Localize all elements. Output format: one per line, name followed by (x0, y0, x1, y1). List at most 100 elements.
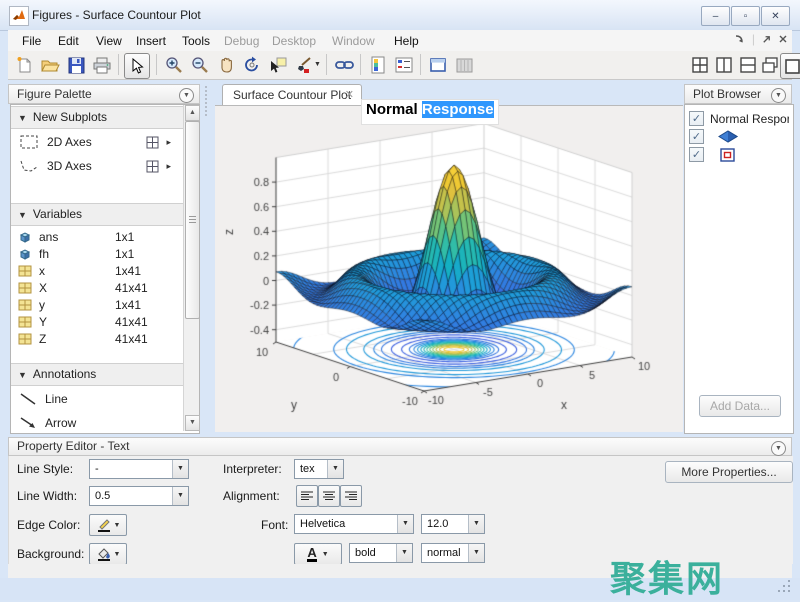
align-center-button[interactable] (318, 485, 340, 507)
plot-title-editbox[interactable]: Normal Response (362, 100, 498, 124)
brush-dropdown-arrow[interactable]: ▼ (314, 61, 321, 68)
menu-tools[interactable]: Tools (178, 33, 214, 49)
print-icon[interactable] (90, 53, 114, 77)
plot-browser-item-contour[interactable]: ✓ (689, 146, 789, 163)
variable-row-Z[interactable]: Z 41x41 (11, 329, 183, 349)
checkbox-checked-icon[interactable]: ✓ (689, 111, 704, 126)
title-bar[interactable]: Figures - Surface Countour Plot – ▫ ✕ (0, 0, 800, 31)
scroll-down-icon[interactable]: ▼ (185, 415, 200, 431)
combo-arrow-icon[interactable]: ▼ (468, 515, 484, 533)
new-file-icon[interactable] (12, 53, 36, 77)
combo-arrow-icon[interactable]: ▼ (327, 460, 343, 478)
font-family-combo[interactable]: Helvetica▼ (294, 514, 414, 534)
more-properties-button[interactable]: More Properties... (665, 461, 793, 483)
line-style-combo[interactable]: -▼ (89, 459, 189, 479)
menu-view[interactable]: View (92, 33, 126, 49)
annotation-item-line[interactable]: Line (11, 389, 183, 409)
checkbox-checked-icon[interactable]: ✓ (689, 147, 704, 162)
scrollbar-thumb[interactable] (185, 121, 200, 319)
font-size-combo[interactable]: 12.0▼ (421, 514, 485, 534)
combo-arrow-icon[interactable]: ▼ (172, 460, 188, 478)
rotate-3d-tool-icon[interactable] (240, 53, 264, 77)
section-annotations[interactable]: ▼Annotations (11, 363, 183, 386)
property-editor-collapse-icon[interactable]: ▼ (771, 441, 786, 456)
align-center-icon (323, 491, 335, 501)
open-file-icon[interactable] (38, 53, 62, 77)
tile-vertical-icon[interactable] (712, 53, 736, 77)
zoom-in-tool-icon[interactable] (162, 53, 186, 77)
tile-grid-icon[interactable] (688, 53, 712, 77)
section-new-subplots[interactable]: ▼New Subplots (11, 106, 183, 129)
cascade-windows-icon[interactable] (758, 53, 782, 77)
data-cursor-tool-icon[interactable] (266, 53, 290, 77)
minimize-button[interactable]: – (701, 6, 730, 26)
subplot-grid-icon[interactable] (146, 160, 159, 173)
plot-canvas[interactable] (215, 106, 681, 432)
combo-arrow-icon[interactable]: ▼ (396, 544, 412, 562)
font-color-button[interactable]: A ▼ (294, 543, 342, 565)
menu-help[interactable]: Help (390, 33, 423, 49)
hide-plot-tools-icon[interactable] (452, 53, 476, 77)
menu-file[interactable]: File (18, 33, 45, 49)
align-left-button[interactable] (296, 485, 318, 507)
menu-edit[interactable]: Edit (54, 33, 83, 49)
annotation-item-arrow[interactable]: Arrow (11, 413, 183, 433)
resize-grip[interactable] (776, 580, 790, 594)
figure-palette-body: ▼New Subplots 2D Axes ▸ 3D Axes ▸ ▼Varia… (10, 104, 200, 434)
combo-arrow-icon[interactable]: ▼ (114, 522, 121, 529)
align-right-button[interactable] (340, 485, 362, 507)
show-plot-tools-icon[interactable] (426, 53, 450, 77)
line-style-label: Line Style: (17, 462, 73, 476)
add-data-button: Add Data... (699, 395, 781, 417)
background-color-button[interactable]: ▼ (89, 543, 127, 565)
brush-tool-icon[interactable] (292, 53, 316, 77)
flyout-arrow-icon[interactable]: ▸ (166, 161, 171, 172)
section-variables[interactable]: ▼Variables (11, 203, 183, 226)
property-editor-header[interactable]: Property Editor - Text ▼ (8, 437, 792, 456)
subplot-grid-icon[interactable] (146, 136, 159, 149)
palette-item-3d-axes[interactable]: 3D Axes ▸ (11, 156, 183, 176)
flyout-arrow-icon[interactable]: ▸ (166, 137, 171, 148)
combo-arrow-icon[interactable]: ▼ (114, 551, 121, 558)
font-angle-combo[interactable]: normal▼ (421, 543, 485, 563)
checkbox-checked-icon[interactable]: ✓ (689, 129, 704, 144)
menu-bar: File Edit View Insert Tools Debug Deskto… (8, 30, 792, 52)
palette-item-2d-axes[interactable]: 2D Axes ▸ (11, 132, 183, 152)
close-button[interactable]: ✕ (761, 6, 790, 26)
combo-arrow-icon[interactable]: ▼ (172, 487, 188, 505)
edge-color-button[interactable]: ▼ (89, 514, 127, 536)
font-weight-combo[interactable]: bold▼ (349, 543, 413, 563)
restore-button[interactable]: ▫ (731, 6, 760, 26)
pan-tool-icon[interactable] (214, 53, 238, 77)
combo-arrow-icon[interactable]: ▼ (397, 515, 413, 533)
plot-browser-header[interactable]: Plot Browser ▼ (684, 84, 792, 104)
link-plot-tool-icon[interactable] (332, 53, 356, 77)
line-width-combo[interactable]: 0.5▼ (89, 486, 189, 506)
combo-arrow-icon[interactable]: ▼ (322, 551, 329, 558)
scroll-up-icon[interactable]: ▲ (185, 105, 200, 121)
close-panel-icon[interactable] (778, 34, 788, 44)
figure-tab[interactable]: Surface Countour Plot ✕ (222, 84, 362, 105)
figure-palette-header[interactable]: Figure Palette ▼ (8, 84, 200, 104)
palette-scrollbar[interactable]: ▲ ▼ (183, 105, 199, 431)
edge-color-pen-icon (96, 518, 112, 533)
undock-icon[interactable] (761, 34, 772, 45)
toolbar: ▼ (8, 51, 792, 80)
menu-insert[interactable]: Insert (132, 33, 170, 49)
zoom-out-tool-icon[interactable] (188, 53, 212, 77)
save-icon[interactable] (64, 53, 88, 77)
insert-colorbar-icon[interactable] (366, 53, 390, 77)
insert-legend-icon[interactable] (392, 53, 416, 77)
pointer-tool-icon[interactable] (124, 53, 150, 79)
plot-browser-item-axes[interactable]: ✓ Normal Response (689, 110, 789, 127)
single-window-icon[interactable] (780, 53, 800, 79)
plot-browser-menu-icon[interactable]: ▼ (771, 88, 786, 103)
combo-arrow-icon[interactable]: ▼ (468, 544, 484, 562)
panel-splitter[interactable] (205, 86, 211, 116)
tile-horizontal-icon[interactable] (736, 53, 760, 77)
interpreter-combo[interactable]: tex▼ (294, 459, 344, 479)
dock-icon[interactable] (734, 33, 746, 45)
figure-palette-menu-icon[interactable]: ▼ (179, 88, 194, 103)
tab-close-icon[interactable]: ✕ (345, 85, 354, 105)
plot-browser-item-surface[interactable]: ✓ (689, 128, 789, 145)
